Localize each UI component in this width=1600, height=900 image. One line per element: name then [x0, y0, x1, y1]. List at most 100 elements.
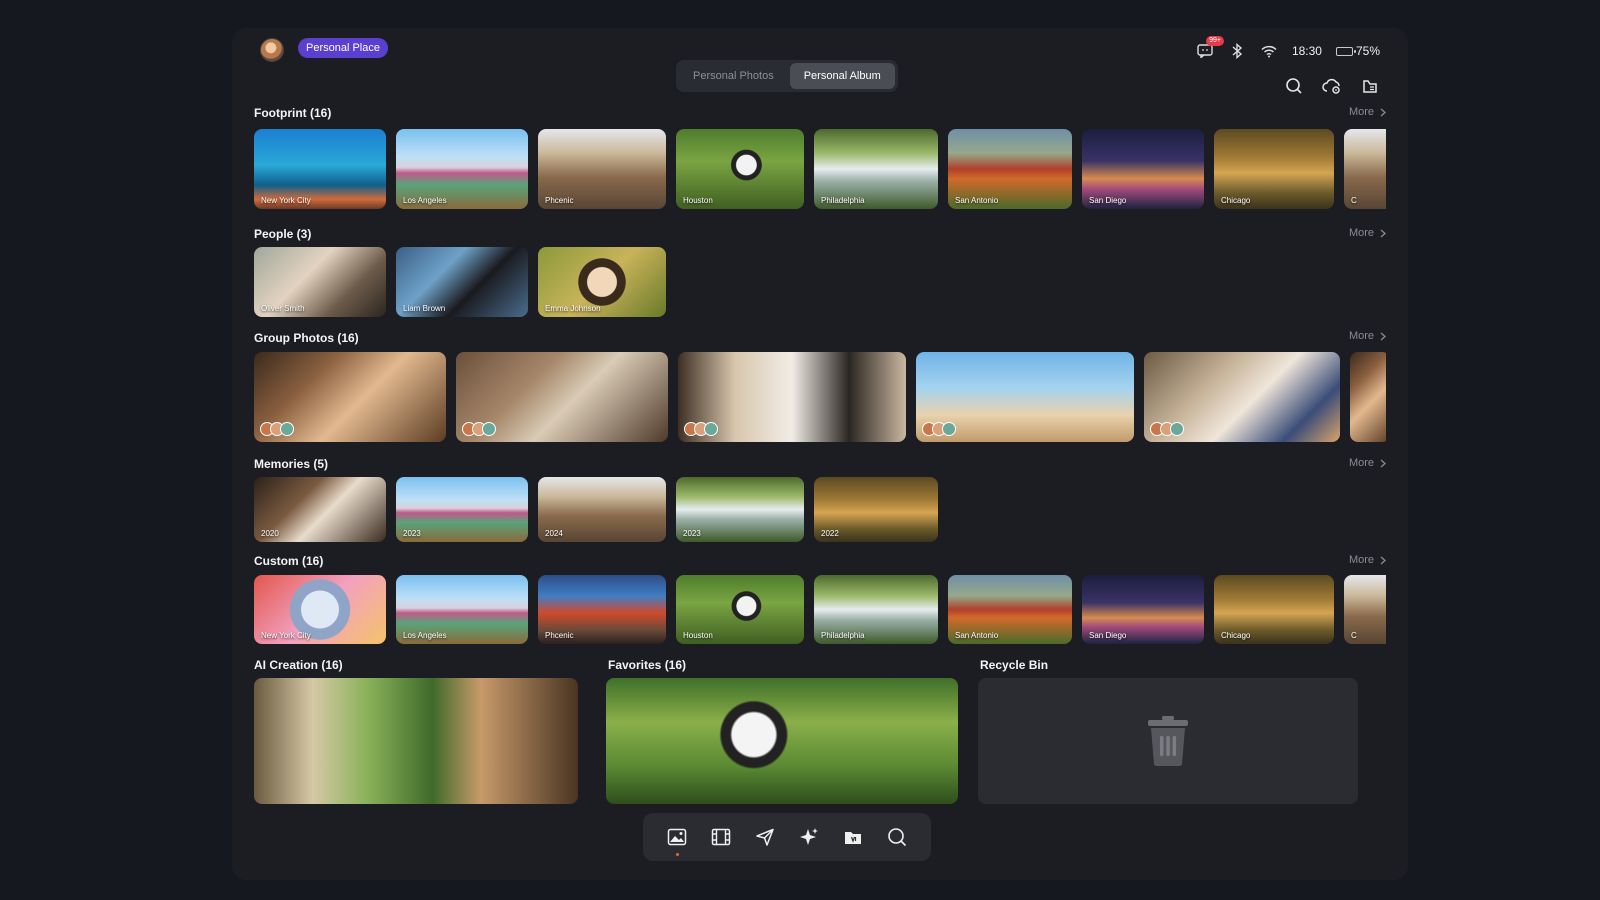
share-icon[interactable]	[752, 824, 778, 850]
trash-icon	[1148, 716, 1188, 766]
memory-card[interactable]: 2024	[538, 477, 666, 542]
footprint-card[interactable]: Chicago	[1214, 129, 1334, 209]
custom-card[interactable]: Houston	[676, 575, 804, 644]
bluetooth-icon[interactable]	[1228, 42, 1246, 60]
card-label: C	[1351, 631, 1357, 640]
group-photo-card[interactable]	[1144, 352, 1340, 442]
bottom-dock	[643, 813, 931, 861]
footprint-card[interactable]: C	[1344, 129, 1386, 209]
member-avatars	[1150, 422, 1184, 436]
view-tabs: Personal Photos Personal Album	[676, 60, 898, 92]
card-label: San Antonio	[955, 631, 999, 640]
card-label: Philadelphia	[821, 196, 865, 205]
personal-place-badge[interactable]: Personal Place	[298, 38, 388, 58]
clock: 18:30	[1291, 44, 1322, 58]
memories-row: 2020 2023 2024 2023 2022	[254, 477, 1386, 542]
chevron-right-icon	[1380, 459, 1386, 467]
group-photo-card[interactable]	[916, 352, 1134, 442]
card-label: Los Angeles	[403, 196, 447, 205]
person-card[interactable]: Emma Johnson	[538, 247, 666, 317]
person-card[interactable]: Oliver Smith	[254, 247, 386, 317]
album-icon[interactable]	[840, 824, 866, 850]
ai-sparkle-icon[interactable]	[796, 824, 822, 850]
app-window: Personal Place 99+ 18:30 75% Personal Ph…	[232, 28, 1408, 880]
message-icon[interactable]: 99+	[1196, 36, 1224, 60]
avatar[interactable]	[260, 38, 284, 62]
more-link-memories[interactable]: More	[1349, 457, 1386, 469]
chevron-right-icon	[1380, 332, 1386, 340]
member-avatars	[684, 422, 718, 436]
message-count-badge: 99+	[1206, 36, 1224, 46]
more-link-footprint[interactable]: More	[1349, 106, 1386, 118]
card-label: San Diego	[1089, 196, 1127, 205]
card-label: Houston	[683, 631, 713, 640]
group-photos-row	[254, 352, 1386, 442]
card-label: Philadelphia	[821, 631, 865, 640]
card-label: C	[1351, 196, 1357, 205]
memory-year: 2020	[261, 529, 279, 538]
custom-card[interactable]: Philadelphia	[814, 575, 938, 644]
more-label: More	[1348, 227, 1374, 239]
more-label: More	[1348, 554, 1374, 566]
search-icon[interactable]	[884, 824, 910, 850]
custom-row: New York City Los Angeles Phcenic Housto…	[254, 575, 1386, 644]
group-photo-card[interactable]	[254, 352, 446, 442]
section-title-recycle-bin: Recycle Bin	[980, 658, 1049, 672]
custom-card[interactable]: Los Angeles	[396, 575, 528, 644]
section-title-custom: Custom (16)	[254, 554, 324, 568]
group-photo-card[interactable]	[678, 352, 906, 442]
footprint-card[interactable]: San Diego	[1082, 129, 1204, 209]
memory-card[interactable]: 2022	[814, 477, 938, 542]
memory-card[interactable]: 2020	[254, 477, 386, 542]
memory-card[interactable]: 2023	[396, 477, 528, 542]
memory-card[interactable]: 2023	[676, 477, 804, 542]
card-label: Chicago	[1221, 631, 1251, 640]
search-icon[interactable]	[1284, 76, 1304, 96]
section-title-footprint: Footprint (16)	[254, 106, 332, 120]
group-photo-card[interactable]	[1350, 352, 1386, 442]
footprint-card[interactable]: Houston	[676, 129, 804, 209]
more-link-custom[interactable]: More	[1349, 554, 1386, 566]
favorites-tile[interactable]	[606, 678, 958, 804]
person-name: Oliver Smith	[261, 304, 305, 313]
person-name: Liam Brown	[403, 304, 446, 313]
person-card[interactable]: Liam Brown	[396, 247, 528, 317]
footprint-card[interactable]: Los Angeles	[396, 129, 528, 209]
tab-personal-photos[interactable]: Personal Photos	[679, 63, 788, 89]
custom-card[interactable]: San Diego	[1082, 575, 1204, 644]
more-label: More	[1348, 106, 1374, 118]
memory-year: 2024	[545, 529, 563, 538]
footprint-card[interactable]: Phcenic	[538, 129, 666, 209]
battery-icon	[1335, 46, 1356, 56]
custom-card[interactable]: Phcenic	[538, 575, 666, 644]
footprint-row: New York City Los Angeles Phcenic Housto…	[254, 129, 1386, 209]
footprint-card[interactable]: New York City	[254, 129, 386, 209]
cloud-settings-icon[interactable]	[1322, 76, 1342, 96]
card-label: San Diego	[1089, 631, 1127, 640]
custom-card[interactable]: C	[1344, 575, 1386, 644]
custom-card[interactable]: Chicago	[1214, 575, 1334, 644]
tab-personal-album[interactable]: Personal Album	[789, 63, 895, 89]
recycle-bin-tile[interactable]	[978, 678, 1358, 804]
custom-card[interactable]: New York City	[254, 575, 386, 644]
status-bar: 99+ 18:30 75%	[1196, 36, 1380, 62]
video-icon[interactable]	[708, 824, 734, 850]
section-title-people: People (3)	[254, 227, 312, 241]
card-label: Los Angeles	[403, 631, 447, 640]
footprint-card[interactable]: San Antonio	[948, 129, 1072, 209]
card-label: San Antonio	[955, 196, 999, 205]
album-list-icon[interactable]	[1360, 76, 1380, 96]
chevron-right-icon	[1380, 108, 1386, 116]
card-label: Phcenic	[545, 631, 574, 640]
footprint-card[interactable]: Philadelphia	[814, 129, 938, 209]
custom-card[interactable]: San Antonio	[948, 575, 1072, 644]
group-photo-card[interactable]	[456, 352, 668, 442]
memory-year: 2023	[683, 529, 701, 538]
memory-year: 2022	[821, 529, 839, 538]
card-label: Houston	[683, 196, 713, 205]
ai-creation-tile[interactable]	[254, 678, 578, 804]
wifi-icon[interactable]	[1260, 42, 1278, 60]
gallery-icon[interactable]	[664, 824, 690, 856]
more-link-group-photos[interactable]: More	[1349, 330, 1386, 342]
more-link-people[interactable]: More	[1349, 227, 1386, 239]
